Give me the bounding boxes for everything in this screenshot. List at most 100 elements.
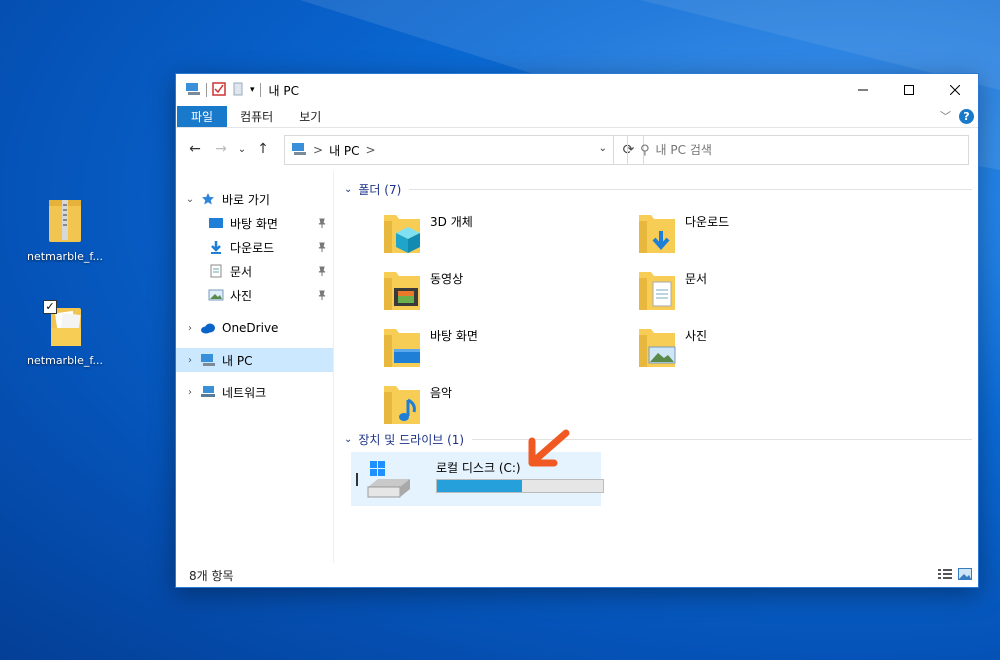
star-icon: [200, 192, 216, 206]
cloud-icon: [200, 321, 216, 335]
3d-objects-folder-icon: [382, 211, 422, 255]
this-pc-icon: [185, 82, 201, 99]
chevron-right-icon[interactable]: ›: [184, 387, 196, 398]
drives-group-header[interactable]: ⌄ 장치 및 드라이브 (1): [344, 431, 972, 448]
desktop-icon-zip[interactable]: netmarble_f...: [20, 196, 110, 263]
nav-item-pictures[interactable]: 사진: [176, 283, 333, 307]
drive-select-checkbox[interactable]: [356, 472, 358, 486]
search-box[interactable]: ⚲: [627, 135, 969, 165]
chevron-right-icon[interactable]: ›: [184, 355, 196, 366]
address-bar[interactable]: > 내 PC > ⌄: [284, 135, 614, 165]
nav-quick-access[interactable]: ⌄ 바로 가기: [176, 187, 333, 211]
ribbon-right-controls: ﹀ ?: [940, 108, 974, 124]
nav-item-desktop[interactable]: 바탕 화면: [176, 211, 333, 235]
title-bar: ▾ 내 PC: [176, 74, 978, 106]
folder-name: 다운로드: [685, 215, 730, 229]
nav-network[interactable]: › 네트워크: [176, 380, 333, 404]
nav-item-documents[interactable]: 문서: [176, 259, 333, 283]
desktop-icon-folder[interactable]: ✓ netmarble_f...: [20, 300, 110, 367]
folder-music[interactable]: 음악: [382, 382, 622, 432]
nav-label: 문서: [230, 264, 253, 279]
up-button[interactable]: ↑: [250, 134, 276, 164]
downloads-folder-icon: [637, 211, 677, 255]
nav-this-pc[interactable]: › 내 PC: [176, 348, 333, 372]
drive-info: 로컬 디스크 (C:): [436, 459, 604, 493]
breadcrumb-separator[interactable]: >: [366, 143, 376, 157]
search-input[interactable]: [655, 143, 946, 157]
download-arrow-icon: [208, 240, 224, 254]
ribbon-tabs: 파일 컴퓨터 보기 ﹀ ?: [176, 106, 978, 128]
folders-group-header[interactable]: ⌄ 폴더 (7): [344, 181, 972, 198]
desktop-select-checkbox[interactable]: ✓: [43, 300, 57, 314]
recent-locations-button[interactable]: ⌄: [234, 134, 250, 164]
close-button[interactable]: [932, 74, 978, 106]
new-folder-icon[interactable]: [231, 82, 245, 99]
desktop-icon-label: netmarble_f...: [27, 250, 103, 263]
pin-icon: [317, 289, 327, 303]
tab-computer[interactable]: 컴퓨터: [227, 106, 286, 127]
nav-label: OneDrive: [222, 321, 279, 335]
status-bar: 8개 항목: [176, 563, 978, 587]
folder-3d-objects[interactable]: 3D 개체: [382, 211, 622, 261]
navigation-bar: ← → ⌄ ↑ > 내 PC > ⌄ ⟳ ⚲: [176, 128, 978, 170]
zip-folder-icon: [43, 196, 87, 246]
nav-item-downloads[interactable]: 다운로드: [176, 235, 333, 259]
back-button[interactable]: ←: [182, 134, 208, 164]
chevron-right-icon[interactable]: ›: [184, 323, 196, 334]
folder-videos[interactable]: 동영상: [382, 268, 622, 318]
details-view-icon[interactable]: [938, 568, 952, 583]
nav-label: 사진: [230, 288, 253, 303]
chevron-down-icon: ⌄: [344, 434, 353, 445]
large-icons-view-icon[interactable]: [958, 568, 972, 583]
nav-onedrive[interactable]: › OneDrive: [176, 316, 333, 340]
pictures-icon: [208, 288, 224, 302]
chevron-down-icon[interactable]: ⌄: [184, 194, 196, 205]
divider: [409, 189, 972, 190]
folder-documents[interactable]: 문서: [637, 268, 877, 318]
breadcrumb-this-pc[interactable]: 내 PC: [329, 142, 359, 159]
folder-name: 음악: [430, 386, 453, 400]
desktop-icon: [208, 216, 224, 230]
help-icon[interactable]: ?: [959, 108, 974, 124]
folder-name: 문서: [685, 272, 708, 286]
pin-icon: [317, 241, 327, 255]
document-icon: [208, 264, 224, 278]
nav-label: 바탕 화면: [230, 216, 278, 231]
folder-name: 동영상: [430, 272, 464, 286]
minimize-button[interactable]: [840, 74, 886, 106]
drive-usage-bar: [436, 479, 604, 493]
folder-name: 3D 개체: [430, 215, 473, 229]
nav-label: 바로 가기: [222, 192, 270, 207]
navigation-pane: ⌄ 바로 가기 바탕 화면 다운로드 문서 사진 › OneDrive › 내 …: [176, 171, 334, 563]
group-title: 장치 및 드라이브 (1): [358, 433, 465, 447]
chevron-down-icon: ⌄: [344, 184, 353, 195]
customize-toolbar-icon[interactable]: ▾: [250, 85, 255, 95]
tab-view[interactable]: 보기: [286, 106, 334, 127]
properties-icon[interactable]: [212, 81, 226, 99]
breadcrumb: > 내 PC >: [291, 142, 376, 159]
expand-ribbon-icon[interactable]: ﹀: [940, 108, 951, 124]
quick-access-toolbar: ▾: [176, 81, 261, 99]
drive-name: 로컬 디스크 (C:): [436, 461, 521, 475]
folder-desktop[interactable]: 바탕 화면: [382, 325, 622, 375]
music-folder-icon: [382, 382, 422, 426]
hard-drive-icon: [364, 457, 416, 501]
maximize-button[interactable]: [886, 74, 932, 106]
forward-button[interactable]: →: [208, 134, 234, 164]
folder-downloads[interactable]: 다운로드: [637, 211, 877, 261]
desktop-icon-label: netmarble_f...: [27, 354, 103, 367]
file-explorer-window: ▾ 내 PC 파일 컴퓨터 보기 ﹀ ? ← → ⌄ ↑ > 내 PC > ⌄ …: [175, 73, 979, 588]
tab-file[interactable]: 파일: [177, 106, 228, 127]
search-icon: ⚲: [640, 142, 650, 158]
documents-folder-icon: [637, 268, 677, 312]
folder-icon: ✓: [43, 300, 87, 350]
nav-label: 다운로드: [230, 240, 275, 255]
nav-label: 내 PC: [222, 353, 253, 368]
breadcrumb-separator[interactable]: >: [313, 143, 323, 157]
separator: [206, 83, 207, 97]
address-dropdown-icon[interactable]: ⌄: [599, 143, 607, 154]
window-title: 내 PC: [268, 83, 300, 98]
explorer-body: ⌄ 바로 가기 바탕 화면 다운로드 문서 사진 › OneDrive › 내 …: [176, 171, 978, 563]
folder-pictures[interactable]: 사진: [637, 325, 877, 375]
desktop-folder-icon: [382, 325, 422, 369]
